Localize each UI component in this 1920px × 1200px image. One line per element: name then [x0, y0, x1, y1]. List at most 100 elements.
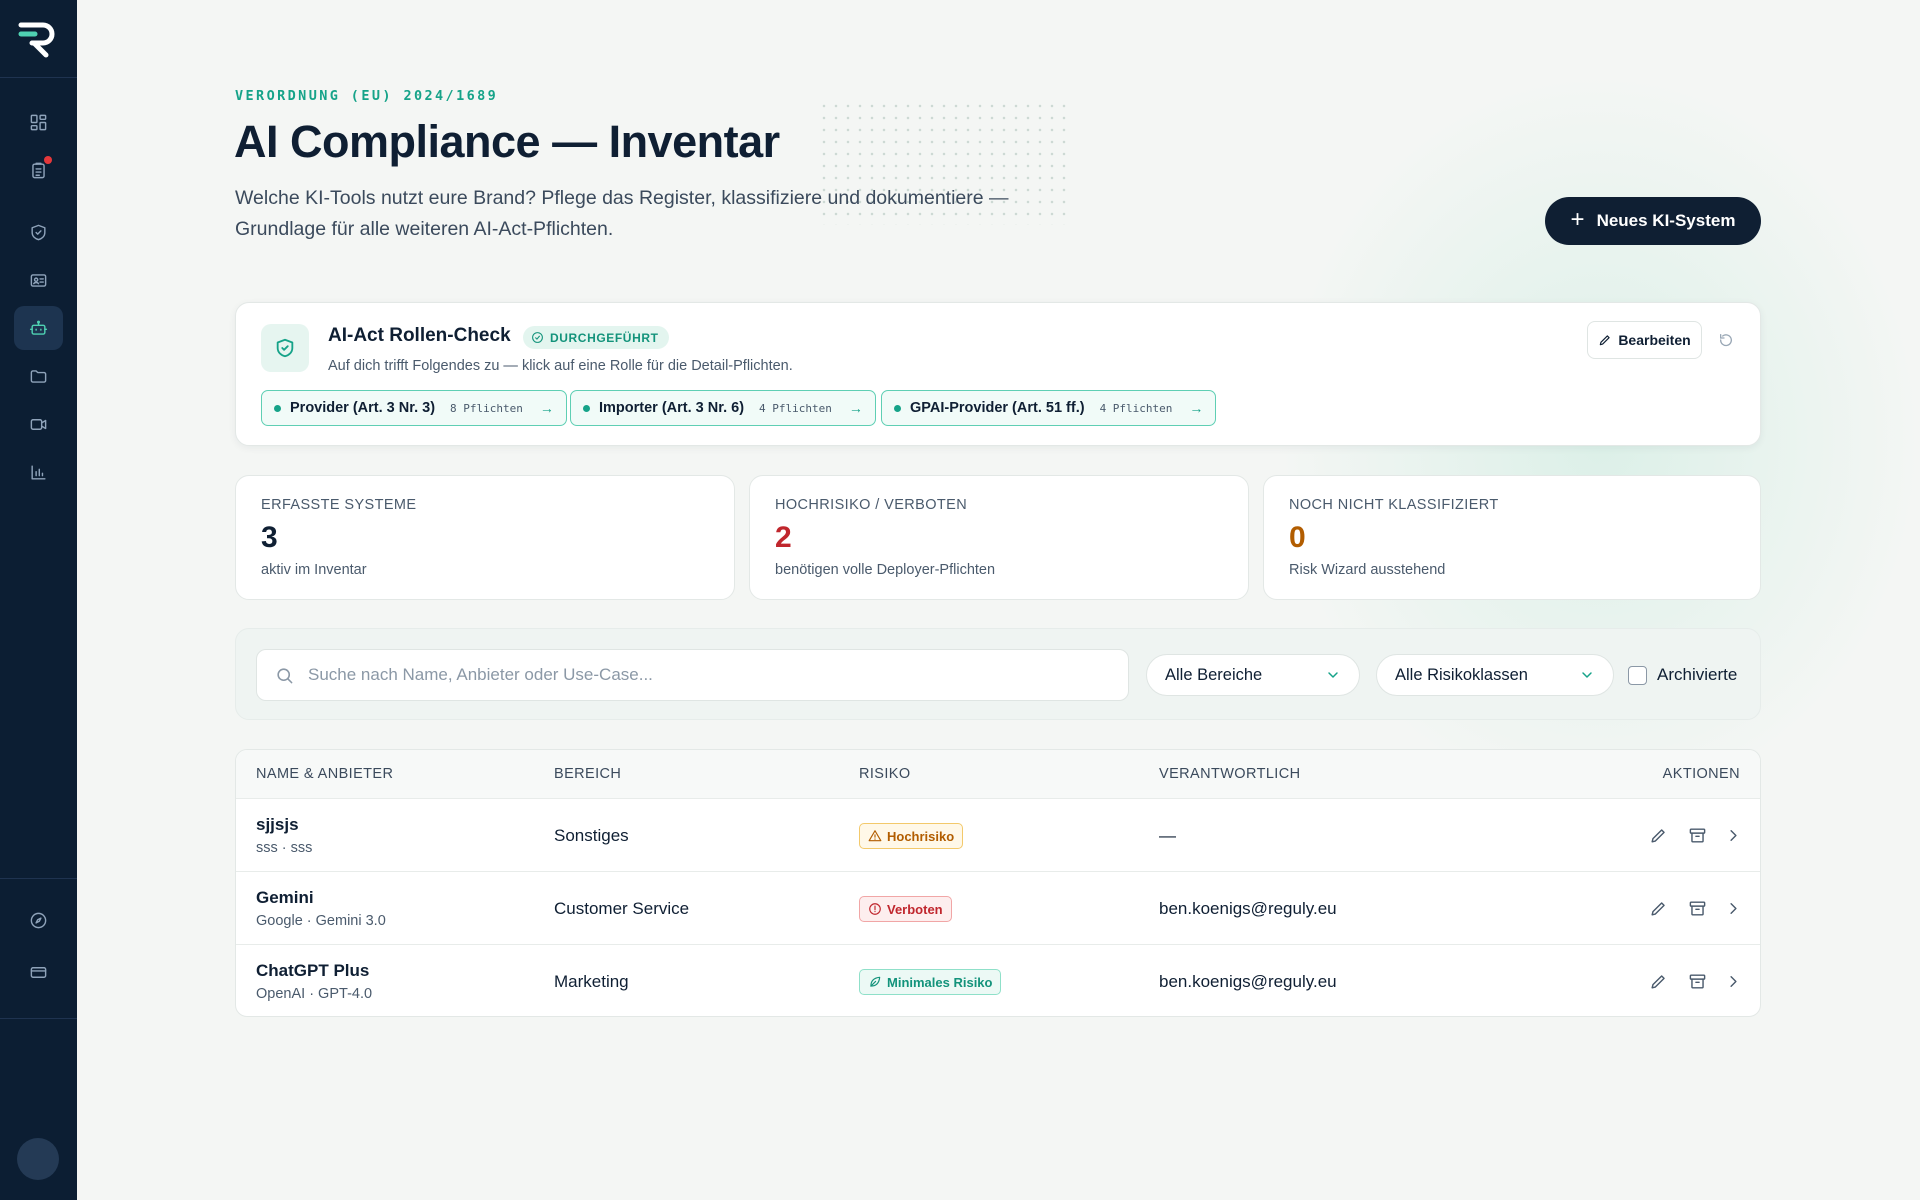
status-badge: DURCHGEFÜHRT — [523, 326, 669, 349]
table-row[interactable]: ChatGPT Plus OpenAI · GPT-4.0 Marketing … — [236, 944, 1760, 1016]
risk-badge-label: Minimales Risiko — [887, 974, 993, 990]
regulation-eyebrow: VERORDNUNG (EU) 2024/1689 — [235, 88, 499, 104]
shield-check-icon — [261, 324, 309, 372]
nav-identity[interactable] — [14, 258, 63, 302]
risk-select-value: Alle Risikoklassen — [1395, 665, 1528, 684]
table-row[interactable]: Gemini Google · Gemini 3.0 Customer Serv… — [236, 871, 1760, 944]
chevron-right-icon[interactable] — [1722, 897, 1744, 919]
alert-circle-icon — [869, 903, 881, 915]
column-header-owner: VERANTWORTLICH — [1159, 766, 1301, 782]
dashboard-icon — [30, 114, 47, 130]
role-chip-count: 8 Pflichten — [450, 401, 523, 415]
notification-dot — [44, 156, 52, 164]
nav-reports[interactable] — [14, 450, 63, 494]
archive-icon[interactable] — [1686, 897, 1708, 919]
logo[interactable] — [18, 22, 58, 58]
edit-icon[interactable] — [1647, 970, 1669, 992]
plus-icon: + — [1570, 206, 1585, 233]
system-vendor: sss · sss — [256, 840, 313, 856]
system-name: Gemini — [256, 888, 314, 907]
archived-label: Archivierte — [1657, 665, 1738, 684]
id-card-icon — [30, 273, 47, 287]
sidebar-divider — [0, 878, 77, 879]
reset-icon[interactable] — [1715, 329, 1737, 351]
column-header-risk: RISIKO — [859, 766, 911, 782]
stat-value: 3 — [261, 521, 278, 554]
area-select[interactable]: Alle Bereiche — [1146, 654, 1360, 696]
bot-icon — [29, 320, 48, 335]
archived-toggle[interactable]: Archivierte — [1628, 665, 1737, 685]
filter-bar: Alle Bereiche Alle Risikoklassen Archivi… — [235, 628, 1761, 720]
stat-label: ERFASSTE SYSTEME — [261, 497, 417, 513]
ai-systems-table: NAME & ANBIETER BEREICH RISIKO VERANTWOR… — [235, 749, 1761, 1017]
pencil-icon — [1600, 335, 1610, 346]
search-box[interactable] — [256, 649, 1129, 701]
role-chip-provider[interactable]: Provider (Art. 3 Nr. 3) 8 Pflichten → — [261, 390, 567, 426]
risk-badge: Verboten — [859, 896, 952, 922]
search-icon — [277, 667, 293, 683]
avatar[interactable] — [17, 1138, 59, 1180]
edit-button[interactable]: Bearbeiten — [1587, 321, 1702, 359]
nav-dashboard[interactable] — [14, 100, 63, 144]
sidebar-divider — [0, 77, 77, 78]
bar-chart-icon — [31, 464, 46, 480]
stat-value: 2 — [775, 521, 792, 554]
status-badge-label: DURCHGEFÜHRT — [550, 330, 659, 345]
folder-icon — [30, 369, 47, 383]
new-ai-system-button[interactable]: + Neues KI-System — [1545, 197, 1761, 245]
search-input[interactable] — [308, 665, 1088, 685]
table-header: NAME & ANBIETER BEREICH RISIKO VERANTWOR… — [236, 750, 1760, 798]
risk-badge: Hochrisiko — [859, 823, 964, 849]
role-check-title: AI-Act Rollen-Check — [328, 325, 511, 346]
chevron-right-icon[interactable] — [1722, 970, 1744, 992]
page-subtitle: Welche KI-Tools nutzt eure Brand? Pflege… — [235, 187, 1009, 240]
page-title: AI Compliance — Inventar — [234, 116, 780, 167]
risk-class-select[interactable]: Alle Risikoklassen — [1376, 654, 1614, 696]
role-chip-label: Provider (Art. 3 Nr. 3) — [290, 400, 436, 416]
role-check-card: AI-Act Rollen-Check DURCHGEFÜHRT Auf dic… — [235, 302, 1761, 446]
risk-badge-label: Hochrisiko — [887, 828, 955, 844]
stat-label: NOCH NICHT KLASSIFIZIERT — [1289, 497, 1499, 513]
role-chip-count: 4 Pflichten — [1099, 401, 1173, 415]
nav-documents[interactable] — [14, 354, 63, 398]
sidebar-divider — [0, 1018, 77, 1019]
archive-icon[interactable] — [1686, 970, 1708, 992]
system-area: Customer Service — [554, 899, 690, 918]
role-chip-importer[interactable]: Importer (Art. 3 Nr. 6) 4 Pflichten → — [570, 390, 876, 426]
role-chip-label: Importer (Art. 3 Nr. 6) — [599, 400, 745, 416]
archived-checkbox[interactable] — [1628, 665, 1647, 685]
chevron-down-icon — [1328, 672, 1338, 678]
system-vendor: Google · Gemini 3.0 — [256, 913, 386, 929]
arrow-right-icon: → — [539, 400, 554, 416]
nav-security[interactable] — [14, 210, 63, 254]
stat-card-unclassified: NOCH NICHT KLASSIFIZIERT 0 Risk Wizard a… — [1263, 475, 1761, 600]
system-owner: — — [1159, 826, 1176, 845]
system-vendor: OpenAI · GPT-4.0 — [256, 986, 373, 1002]
role-dot — [894, 404, 901, 412]
table-row[interactable]: sjjsjs sss · sss Sonstiges Hochrisiko — — [236, 798, 1760, 871]
warning-icon — [868, 830, 882, 842]
new-ai-system-label: Neues KI-System — [1596, 211, 1736, 230]
column-header-actions: AKTIONEN — [1662, 766, 1740, 782]
chevron-right-icon[interactable] — [1722, 824, 1744, 846]
stat-subtext: benötigen volle Deployer-Pflichten — [775, 562, 996, 578]
archive-icon[interactable] — [1686, 824, 1708, 846]
check-circle-icon — [532, 332, 543, 343]
edit-icon[interactable] — [1647, 824, 1669, 846]
role-dot — [274, 404, 281, 412]
nav-tasks[interactable] — [14, 148, 63, 192]
stat-card-high-risk: HOCHRISIKO / VERBOTEN 2 benötigen volle … — [749, 475, 1249, 600]
stat-subtext: aktiv im Inventar — [261, 562, 367, 578]
system-owner: ben.koenigs@reguly.eu — [1159, 899, 1337, 918]
nav-videos[interactable] — [14, 402, 63, 446]
stat-value: 0 — [1289, 521, 1306, 554]
column-header-name: NAME & ANBIETER — [256, 766, 394, 782]
credit-card-icon — [30, 966, 47, 978]
role-chip-count: 4 Pflichten — [759, 401, 832, 415]
nav-ai-inventory[interactable] — [14, 306, 63, 350]
risk-badge: Minimales Risiko — [859, 969, 1002, 995]
nav-explore[interactable] — [14, 898, 63, 942]
nav-billing[interactable] — [14, 950, 63, 994]
edit-icon[interactable] — [1647, 897, 1669, 919]
role-chip-gpai-provider[interactable]: GPAI-Provider (Art. 51 ff.) 4 Pflichten … — [881, 390, 1217, 426]
